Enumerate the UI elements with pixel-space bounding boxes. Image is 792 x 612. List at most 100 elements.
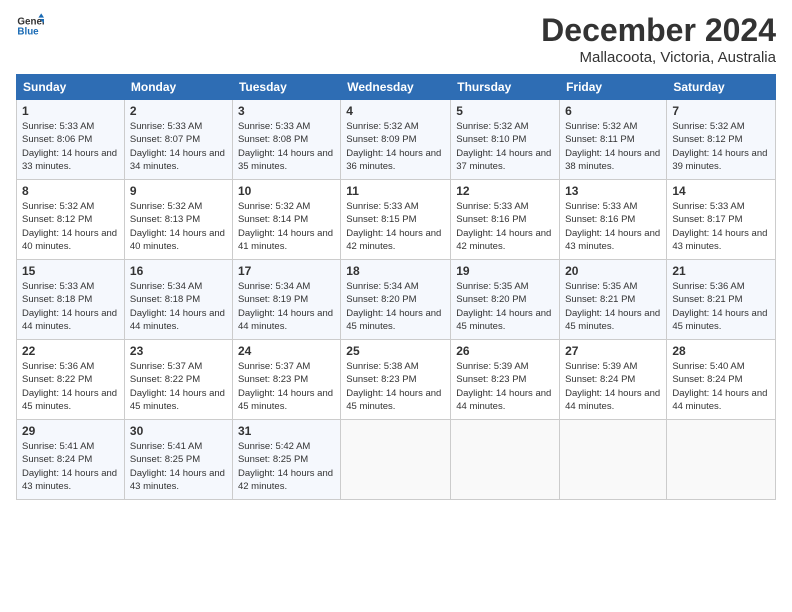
day-info: Sunrise: 5:37 AMSunset: 8:23 PMDaylight:…	[238, 360, 335, 413]
calendar-cell: 9 Sunrise: 5:32 AMSunset: 8:13 PMDaylight…	[124, 180, 232, 260]
calendar-cell: 23 Sunrise: 5:37 AMSunset: 8:22 PMDayligh…	[124, 340, 232, 420]
day-info: Sunrise: 5:32 AMSunset: 8:10 PMDaylight:…	[456, 120, 554, 173]
header: General Blue December 2024 Mallacoota, V…	[16, 12, 776, 66]
day-info: Sunrise: 5:33 AMSunset: 8:18 PMDaylight:…	[22, 280, 119, 333]
day-info: Sunrise: 5:32 AMSunset: 8:12 PMDaylight:…	[672, 120, 770, 173]
day-number: 2	[130, 104, 227, 118]
day-info: Sunrise: 5:32 AMSunset: 8:14 PMDaylight:…	[238, 200, 335, 253]
calendar-cell: 22Sunrise: 5:36 AMSunset: 8:22 PMDayligh…	[17, 340, 125, 420]
calendar-cell: 25Sunrise: 5:38 AMSunset: 8:23 PMDayligh…	[341, 340, 451, 420]
day-info: Sunrise: 5:33 AMSunset: 8:16 PMDaylight:…	[565, 200, 661, 253]
day-number: 20	[565, 264, 661, 278]
logo: General Blue	[16, 12, 44, 40]
calendar-cell	[667, 420, 776, 500]
col-wednesday: Wednesday	[341, 75, 451, 100]
calendar-cell: 26 Sunrise: 5:39 AMSunset: 8:23 PMDayligh…	[451, 340, 560, 420]
day-number: 23	[130, 344, 227, 358]
day-info: Sunrise: 5:40 AMSunset: 8:24 PMDaylight:…	[672, 360, 770, 413]
day-number: 6	[565, 104, 661, 118]
calendar-row: 29 Sunrise: 5:41 AMSunset: 8:24 PMDayligh…	[17, 420, 776, 500]
calendar-cell: 18Sunrise: 5:34 AMSunset: 8:20 PMDayligh…	[341, 260, 451, 340]
col-monday: Monday	[124, 75, 232, 100]
day-number: 26	[456, 344, 554, 358]
day-info: Sunrise: 5:32 AMSunset: 8:13 PMDaylight:…	[130, 200, 227, 253]
calendar-cell: 14 Sunrise: 5:33 AMSunset: 8:17 PMDayligh…	[667, 180, 776, 260]
day-number: 11	[346, 184, 445, 198]
calendar-cell: 6Sunrise: 5:32 AMSunset: 8:11 PMDaylight…	[560, 100, 667, 180]
day-info: Sunrise: 5:41 AMSunset: 8:25 PMDaylight:…	[130, 440, 227, 493]
day-number: 30	[130, 424, 227, 438]
day-number: 5	[456, 104, 554, 118]
day-number: 4	[346, 104, 445, 118]
day-number: 25	[346, 344, 445, 358]
calendar-cell: 20Sunrise: 5:35 AMSunset: 8:21 PMDayligh…	[560, 260, 667, 340]
month-title: December 2024	[541, 12, 776, 49]
calendar-cell: 29 Sunrise: 5:41 AMSunset: 8:24 PMDayligh…	[17, 420, 125, 500]
calendar-cell: 21 Sunrise: 5:36 AMSunset: 8:21 PMDayligh…	[667, 260, 776, 340]
calendar-row: 15 Sunrise: 5:33 AMSunset: 8:18 PMDayligh…	[17, 260, 776, 340]
calendar-cell: 2 Sunrise: 5:33 AMSunset: 8:07 PMDaylight…	[124, 100, 232, 180]
calendar-cell: 7 Sunrise: 5:32 AMSunset: 8:12 PMDaylight…	[667, 100, 776, 180]
calendar-row: 8 Sunrise: 5:32 AMSunset: 8:12 PMDaylight…	[17, 180, 776, 260]
calendar-cell: 12Sunrise: 5:33 AMSunset: 8:16 PMDayligh…	[451, 180, 560, 260]
calendar-cell	[560, 420, 667, 500]
day-number: 14	[672, 184, 770, 198]
day-number: 17	[238, 264, 335, 278]
title-block: December 2024 Mallacoota, Victoria, Aust…	[541, 12, 776, 66]
day-info: Sunrise: 5:36 AMSunset: 8:21 PMDaylight:…	[672, 280, 770, 333]
day-info: Sunrise: 5:34 AMSunset: 8:19 PMDaylight:…	[238, 280, 335, 333]
location: Mallacoota, Victoria, Australia	[541, 49, 776, 66]
calendar-row: 1 Sunrise: 5:33 AMSunset: 8:06 PMDaylight…	[17, 100, 776, 180]
calendar-cell: 1 Sunrise: 5:33 AMSunset: 8:06 PMDaylight…	[17, 100, 125, 180]
col-sunday: Sunday	[17, 75, 125, 100]
calendar-cell: 10 Sunrise: 5:32 AMSunset: 8:14 PMDayligh…	[232, 180, 340, 260]
calendar-row: 22Sunrise: 5:36 AMSunset: 8:22 PMDayligh…	[17, 340, 776, 420]
day-info: Sunrise: 5:33 AMSunset: 8:08 PMDaylight:…	[238, 120, 335, 173]
calendar-cell: 13 Sunrise: 5:33 AMSunset: 8:16 PMDayligh…	[560, 180, 667, 260]
calendar-cell: 4 Sunrise: 5:32 AMSunset: 8:09 PMDaylight…	[341, 100, 451, 180]
day-number: 13	[565, 184, 661, 198]
day-info: Sunrise: 5:32 AMSunset: 8:12 PMDaylight:…	[22, 200, 119, 253]
day-info: Sunrise: 5:33 AMSunset: 8:07 PMDaylight:…	[130, 120, 227, 173]
day-info: Sunrise: 5:33 AMSunset: 8:17 PMDaylight:…	[672, 200, 770, 253]
day-number: 18	[346, 264, 445, 278]
day-info: Sunrise: 5:37 AMSunset: 8:22 PMDaylight:…	[130, 360, 227, 413]
day-info: Sunrise: 5:36 AMSunset: 8:22 PMDaylight:…	[22, 360, 119, 413]
day-number: 10	[238, 184, 335, 198]
day-number: 9	[130, 184, 227, 198]
logo-icon: General Blue	[16, 12, 44, 40]
svg-text:Blue: Blue	[17, 26, 39, 37]
day-info: Sunrise: 5:39 AMSunset: 8:23 PMDaylight:…	[456, 360, 554, 413]
calendar-table: Sunday Monday Tuesday Wednesday Thursday…	[16, 74, 776, 500]
day-number: 16	[130, 264, 227, 278]
day-number: 15	[22, 264, 119, 278]
day-info: Sunrise: 5:34 AMSunset: 8:18 PMDaylight:…	[130, 280, 227, 333]
calendar-cell: 28 Sunrise: 5:40 AMSunset: 8:24 PMDayligh…	[667, 340, 776, 420]
calendar-cell: 24 Sunrise: 5:37 AMSunset: 8:23 PMDayligh…	[232, 340, 340, 420]
day-number: 3	[238, 104, 335, 118]
day-info: Sunrise: 5:32 AMSunset: 8:09 PMDaylight:…	[346, 120, 445, 173]
day-number: 21	[672, 264, 770, 278]
day-number: 19	[456, 264, 554, 278]
day-info: Sunrise: 5:33 AMSunset: 8:15 PMDaylight:…	[346, 200, 445, 253]
day-info: Sunrise: 5:41 AMSunset: 8:24 PMDaylight:…	[22, 440, 119, 493]
day-number: 28	[672, 344, 770, 358]
calendar-cell	[341, 420, 451, 500]
calendar-cell: 3 Sunrise: 5:33 AMSunset: 8:08 PMDaylight…	[232, 100, 340, 180]
calendar-cell	[451, 420, 560, 500]
day-number: 7	[672, 104, 770, 118]
col-friday: Friday	[560, 75, 667, 100]
day-number: 29	[22, 424, 119, 438]
header-row: Sunday Monday Tuesday Wednesday Thursday…	[17, 75, 776, 100]
day-info: Sunrise: 5:33 AMSunset: 8:06 PMDaylight:…	[22, 120, 119, 173]
calendar-cell: 16 Sunrise: 5:34 AMSunset: 8:18 PMDayligh…	[124, 260, 232, 340]
day-number: 8	[22, 184, 119, 198]
calendar-cell: 5 Sunrise: 5:32 AMSunset: 8:10 PMDaylight…	[451, 100, 560, 180]
calendar-cell: 8 Sunrise: 5:32 AMSunset: 8:12 PMDaylight…	[17, 180, 125, 260]
calendar-cell: 30 Sunrise: 5:41 AMSunset: 8:25 PMDayligh…	[124, 420, 232, 500]
calendar-cell: 15 Sunrise: 5:33 AMSunset: 8:18 PMDayligh…	[17, 260, 125, 340]
day-number: 1	[22, 104, 119, 118]
calendar-cell: 19Sunrise: 5:35 AMSunset: 8:20 PMDayligh…	[451, 260, 560, 340]
col-tuesday: Tuesday	[232, 75, 340, 100]
day-number: 24	[238, 344, 335, 358]
